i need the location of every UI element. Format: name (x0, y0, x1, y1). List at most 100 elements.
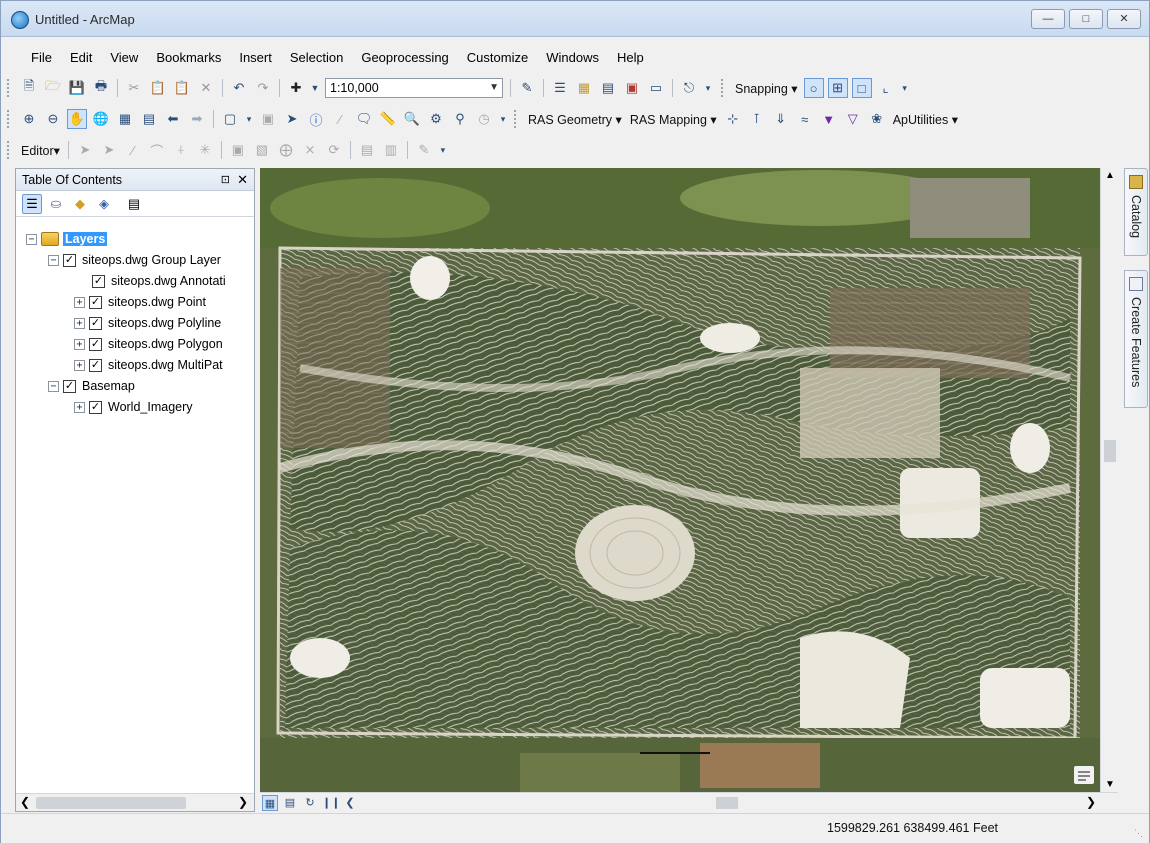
menu-bookmarks[interactable]: Bookmarks (148, 47, 231, 69)
html-popup-icon[interactable]: 🗨 (354, 109, 374, 129)
scroll-right-icon[interactable]: ❯ (238, 795, 248, 809)
create-features-icon[interactable]: ✎ (414, 140, 434, 160)
toolbar-options-icon[interactable]: ▾ (900, 78, 910, 98)
map-vertical-scrollbar[interactable]: ▲ ▼ (1100, 168, 1118, 792)
ras-id-tool-icon[interactable]: ⊹ (723, 109, 743, 129)
toolbar-options-icon[interactable]: ▾ (703, 78, 713, 98)
measure-icon[interactable]: 📏 (378, 109, 398, 129)
ras-flow-arrows-icon[interactable]: ⇓ (771, 109, 791, 129)
print-icon[interactable]: 🖶 (91, 78, 111, 98)
menu-file[interactable]: File (23, 47, 62, 69)
tree-row-polygon[interactable]: + ✓ siteops.dwg Polygon (74, 334, 223, 354)
ras-lines-icon[interactable]: ≈ (795, 109, 815, 129)
create-features-tab[interactable]: Create Features (1124, 270, 1148, 408)
layer-label[interactable]: siteops.dwg Point (108, 295, 206, 309)
edit-vertices-icon[interactable]: ▣ (228, 140, 248, 160)
sketch-properties-icon[interactable]: ▥ (381, 140, 401, 160)
table-of-contents-icon[interactable]: ☰ (550, 78, 570, 98)
layer-label[interactable]: siteops.dwg Annotati (111, 274, 226, 288)
layer-label[interactable]: siteops.dwg MultiPat (108, 358, 223, 372)
save-icon[interactable]: 💾 (67, 78, 87, 98)
new-document-icon[interactable]: 🗎 (19, 78, 39, 98)
list-by-visibility-icon[interactable]: ◆ (70, 194, 90, 214)
tree-row-annotation[interactable]: ✓ siteops.dwg Annotati (92, 271, 226, 291)
ras-geometry-menu[interactable]: RAS Geometry ▾ (524, 112, 626, 127)
layout-view-icon[interactable]: ▤ (282, 795, 298, 811)
ras-mapping-menu[interactable]: RAS Mapping ▾ (626, 112, 721, 127)
end-point-arc-icon[interactable]: ⌒ (147, 140, 167, 160)
menu-geoprocessing[interactable]: Geoprocessing (353, 47, 458, 69)
reshape-icon[interactable]: ▧ (252, 140, 272, 160)
tree-row-basemap[interactable]: − ✓ Basemap (48, 376, 135, 396)
aputilities-menu[interactable]: ApUtilities ▾ (889, 112, 962, 127)
full-extent-globe-icon[interactable]: 🌐 (91, 109, 111, 129)
find-binoculars-icon[interactable]: 🔍 (402, 109, 422, 129)
data-view-icon[interactable]: ▦ (262, 794, 278, 811)
hyperlink-icon[interactable]: ⁄ (330, 109, 350, 129)
maximize-button[interactable]: □ (1069, 9, 1103, 29)
menu-windows[interactable]: Windows (538, 47, 609, 69)
add-data-dropdown-icon[interactable]: ▼ (310, 78, 320, 98)
end-snapping-icon[interactable]: ⊞ (827, 78, 848, 98)
toc-horizontal-scrollbar[interactable]: ❮ ❯ (16, 793, 254, 811)
collapse-icon[interactable]: − (48, 380, 59, 392)
map-legend-toggle-icon[interactable] (1074, 766, 1094, 784)
attributes-icon[interactable]: ▤ (357, 140, 377, 160)
time-slider-icon[interactable]: ◷ (474, 109, 494, 129)
refresh-icon[interactable]: ↻ (302, 795, 318, 811)
visibility-checkbox[interactable]: ✓ (89, 316, 102, 330)
scroll-left-icon[interactable]: ❮ (20, 795, 30, 809)
visibility-checkbox[interactable]: ✓ (89, 358, 102, 372)
straight-segment-icon[interactable]: ∕ (123, 140, 143, 160)
expand-icon[interactable]: + (74, 338, 85, 350)
menu-customize[interactable]: Customize (459, 47, 538, 69)
chevron-down-icon[interactable]: ▼ (489, 79, 499, 97)
find-route-icon[interactable]: ⚙ (426, 109, 446, 129)
forward-arrow-icon[interactable]: ➡ (187, 109, 207, 129)
tree-row-point[interactable]: + ✓ siteops.dwg Point (74, 292, 206, 312)
fixed-zoom-in-icon[interactable]: ▦ (115, 109, 135, 129)
point-snapping-icon[interactable]: ○ (803, 78, 824, 98)
layer-label[interactable]: Basemap (82, 379, 135, 393)
list-by-drawing-order-icon[interactable]: ☰ (22, 193, 42, 214)
map-horizontal-scrollbar[interactable]: ❯ (360, 795, 1100, 811)
menu-help[interactable]: Help (609, 47, 654, 69)
menu-view[interactable]: View (102, 47, 148, 69)
expand-icon[interactable]: + (74, 401, 85, 413)
layer-label[interactable]: siteops.dwg Polygon (108, 337, 223, 351)
edit-annotation-icon[interactable]: ➤ (99, 140, 119, 160)
expand-icon[interactable]: + (74, 296, 85, 308)
split-icon[interactable]: ⨯ (300, 140, 320, 160)
expand-icon[interactable]: + (74, 317, 85, 329)
options-icon[interactable]: ▤ (124, 194, 144, 214)
scroll-down-icon[interactable]: ▼ (1105, 779, 1115, 790)
zoom-out-icon[interactable]: ⊖ (43, 109, 63, 129)
toolbar-options-icon[interactable]: ▾ (498, 109, 508, 129)
resize-grip-icon[interactable]: ⋱ (1134, 828, 1143, 839)
layer-label[interactable]: World_Imagery (108, 400, 193, 414)
tree-row-polyline[interactable]: + ✓ siteops.dwg Polyline (74, 313, 221, 333)
vertex-snapping-icon[interactable]: □ (851, 78, 872, 98)
toolbar-grip[interactable] (7, 110, 11, 128)
ras-water-surface-icon[interactable]: ▼ (819, 109, 839, 129)
collapse-icon[interactable]: − (26, 233, 37, 245)
scroll-left-icon[interactable]: ❮ (342, 795, 358, 811)
layer-label[interactable]: siteops.dwg Group Layer (82, 253, 221, 267)
visibility-checkbox[interactable]: ✓ (63, 379, 76, 393)
close-button[interactable]: ✕ (1107, 9, 1141, 29)
undo-icon[interactable]: ↶ (229, 78, 249, 98)
tree-row-world-imagery[interactable]: + ✓ World_Imagery (74, 397, 193, 417)
rotate-icon[interactable]: ⟳ (324, 140, 344, 160)
visibility-checkbox[interactable]: ✓ (89, 337, 102, 351)
edge-snapping-icon[interactable]: ⌞ (876, 78, 896, 98)
ras-bank-icon[interactable]: ▽ (843, 109, 863, 129)
close-icon[interactable]: ✕ (237, 169, 248, 191)
expand-icon[interactable]: + (74, 359, 85, 371)
tree-row-group-layer[interactable]: − ✓ siteops.dwg Group Layer (48, 250, 221, 270)
pin-icon[interactable]: ⊡ (221, 169, 230, 191)
pause-drawing-icon[interactable]: ❙❙ (322, 795, 340, 811)
visibility-checkbox[interactable]: ✓ (89, 295, 102, 309)
select-dropdown-icon[interactable]: ▾ (244, 109, 254, 129)
add-data-icon[interactable]: ✚ (286, 78, 306, 98)
editor-toolbar-icon[interactable]: ✎ (517, 78, 537, 98)
